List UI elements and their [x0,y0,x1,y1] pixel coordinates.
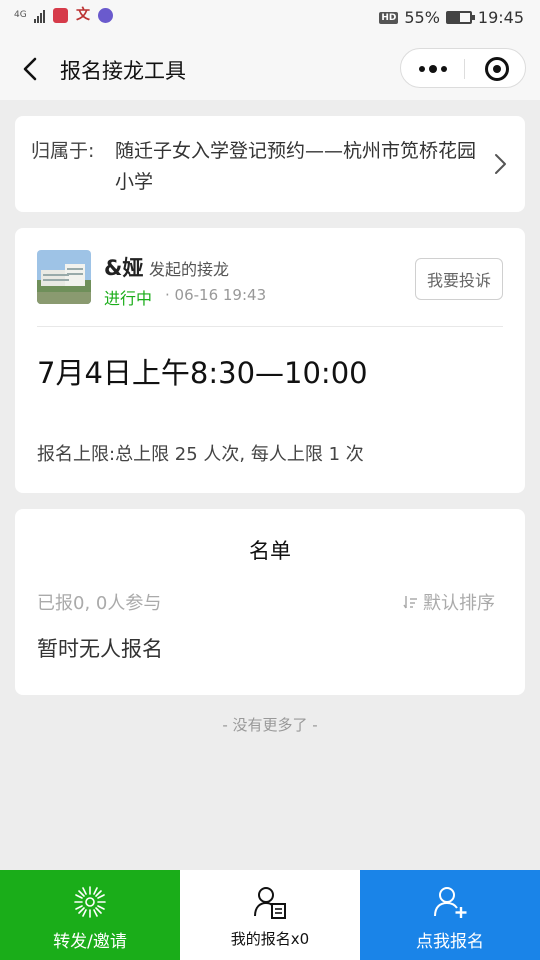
creator-suffix: 发起的接龙 [149,260,230,279]
sort-label: 默认排序 [423,593,495,614]
empty-roster-text: 暂时无人报名 [37,637,163,661]
share-burst-icon [74,886,106,918]
network-type: 4G [14,10,27,20]
roster-card: 名单 已报0, 0人参与 默认排序 暂时无人报名 [15,509,525,695]
divider [37,326,503,327]
status-right: HD 55% 19:45 [379,8,524,27]
hd-icon: HD [379,11,399,24]
belong-card[interactable]: 归属于: 随迁子女入学登记预约——杭州市笕桥花园小学 [15,116,525,212]
share-invite-button[interactable]: 转发/邀请 [0,870,180,960]
signup-count: 已报0, 0人参与 [37,593,162,614]
signal-icon [34,9,45,23]
mini-program-capsule [400,48,526,88]
add-user-icon [434,887,467,918]
close-target-icon[interactable] [485,57,509,81]
no-more-text: - 没有更多了 - [222,716,318,734]
status-left: 4G 文 [14,8,113,23]
info-card: &娅 发起的接龙 进行中 · 06-16 19:43 我要投诉 7月4日上午8:… [15,228,525,493]
creator-name: &娅 [104,256,144,280]
chevron-right-icon [495,154,506,174]
more-icon[interactable] [419,62,447,76]
roster-title: 名单 [249,539,291,563]
nav-bar: 报名接龙工具 [0,38,540,100]
battery-percent: 55% [404,8,440,27]
capsule-divider [464,59,465,79]
back-arrow-icon[interactable] [18,56,44,82]
creator-avatar [37,250,91,304]
sign-up-button[interactable]: 点我报名 [360,870,540,960]
created-time: · 06-16 19:43 [165,286,267,304]
wen-app-icon: 文 [76,7,90,23]
bottom-action-bar: 转发/邀请 我的报名x0 点我报名 [0,870,540,960]
sort-icon [403,596,417,609]
signup-limit: 报名上限:总上限 25 人次, 每人上限 1 次 [37,444,364,465]
calendar-app-icon [53,8,68,23]
status-badge: 进行中 [104,289,153,308]
belong-label: 归属于: [31,140,95,162]
sign-up-label: 点我报名 [416,932,484,952]
my-signups-label: 我的报名x0 [230,930,310,948]
sort-button[interactable]: 默认排序 [403,589,495,615]
bird-app-icon [98,8,113,23]
complain-button[interactable]: 我要投诉 [415,258,503,300]
battery-icon [445,11,475,24]
my-signups-button[interactable]: 我的报名x0 [180,870,360,960]
user-list-icon [254,887,286,919]
clock: 19:45 [477,8,524,27]
event-title: 7月4日上午8:30—10:00 [37,356,368,390]
belong-text: 随迁子女入学登记预约——杭州市笕桥花园小学 [115,140,477,193]
status-bar: 4G 文 HD 55% 19:45 [0,0,540,38]
share-invite-label: 转发/邀请 [53,932,127,952]
page-title: 报名接龙工具 [60,59,186,83]
